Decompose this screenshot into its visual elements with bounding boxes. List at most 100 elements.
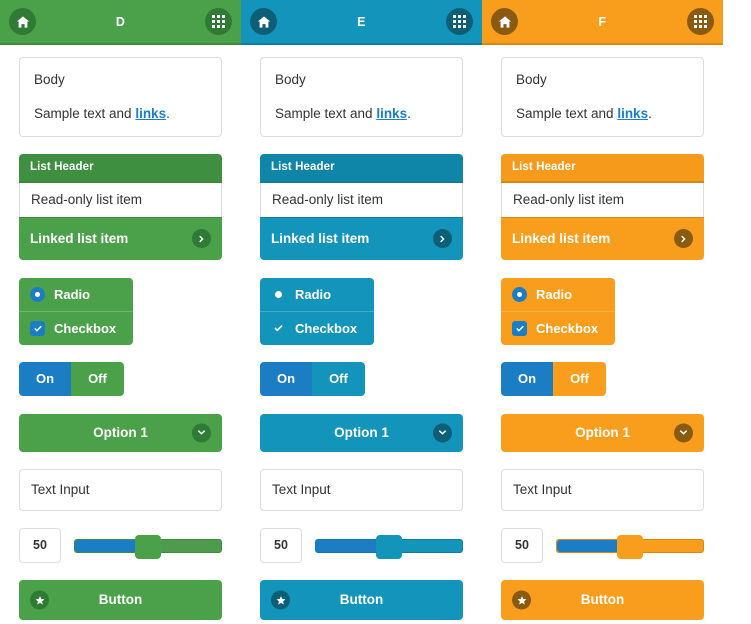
- content-f: Body Sample text and links. List Header …: [482, 45, 723, 621]
- action-button-label-f: Button: [580, 592, 625, 608]
- text-input-e[interactable]: Text Input: [260, 469, 463, 512]
- list-item-readonly-d: Read-only list item: [19, 183, 222, 218]
- list-item-readonly-e: Read-only list item: [260, 183, 463, 218]
- home-icon[interactable]: [250, 8, 277, 35]
- onoff-toggle-f[interactable]: On Off: [501, 362, 606, 397]
- list-item-linked-e[interactable]: Linked list item: [260, 217, 463, 261]
- radio-selected-icon: [512, 287, 527, 303]
- theme-column-d: D Body Sample text and links. List Heade…: [0, 0, 241, 624]
- text-before-link: Sample text and: [275, 105, 377, 121]
- select-f[interactable]: Option 1: [501, 414, 704, 453]
- list-header-e: List Header: [260, 154, 463, 184]
- action-button-e[interactable]: Button: [260, 580, 463, 621]
- list-header-f: List Header: [501, 154, 704, 184]
- body-title-f: Body: [516, 72, 547, 87]
- header-bar-d: D: [0, 0, 241, 45]
- star-icon: [512, 590, 531, 610]
- grid-icon[interactable]: [687, 8, 714, 35]
- checkbox-checked-icon: [271, 321, 286, 336]
- radio-row-e[interactable]: Radio: [260, 278, 374, 311]
- grid-icon[interactable]: [446, 8, 473, 35]
- text-before-link: Sample text and: [34, 105, 136, 121]
- checkbox-row-e[interactable]: Checkbox: [260, 311, 374, 345]
- list-item-linked-label-d: Linked list item: [30, 231, 129, 247]
- select-value-e: Option 1: [334, 425, 389, 441]
- checkbox-label-f: Checkbox: [536, 321, 599, 337]
- text-after-link: .: [648, 105, 652, 121]
- slider-value-f[interactable]: 50: [501, 528, 543, 564]
- toggle-on-f[interactable]: On: [501, 362, 554, 397]
- chevron-right-icon: [674, 229, 693, 249]
- list-e: List Header Read-only list item Linked l…: [260, 154, 463, 261]
- action-button-f[interactable]: Button: [501, 580, 704, 621]
- slider-handle-e[interactable]: [376, 534, 402, 559]
- toggle-on-e[interactable]: On: [260, 362, 313, 397]
- slider-row-e: 50: [260, 528, 463, 564]
- chevron-down-icon: [192, 423, 211, 443]
- toggle-off-d[interactable]: Off: [71, 362, 124, 397]
- onoff-toggle-d[interactable]: On Off: [19, 362, 124, 397]
- slider-row-f: 50: [501, 528, 704, 564]
- body-title-d: Body: [34, 72, 65, 87]
- list-item-linked-label-f: Linked list item: [512, 231, 611, 247]
- theme-column-f: F Body Sample text and links. List Heade…: [482, 0, 723, 624]
- choice-group-f: Radio Checkbox: [501, 278, 615, 346]
- select-value-f: Option 1: [575, 425, 630, 441]
- slider-value-d[interactable]: 50: [19, 528, 61, 564]
- body-sample-text-d: Sample text and links.: [34, 105, 207, 123]
- select-d[interactable]: Option 1: [19, 414, 222, 453]
- sample-link-d[interactable]: links: [135, 106, 166, 121]
- choice-group-e: Radio Checkbox: [260, 278, 374, 346]
- slider-value-e[interactable]: 50: [260, 528, 302, 564]
- radio-label-e: Radio: [295, 287, 332, 303]
- chevron-right-icon: [192, 229, 211, 249]
- select-value-d: Option 1: [93, 425, 148, 441]
- list-item-linked-label-e: Linked list item: [271, 231, 370, 247]
- radio-row-d[interactable]: Radio: [19, 278, 133, 311]
- select-e[interactable]: Option 1: [260, 414, 463, 453]
- star-icon: [30, 590, 49, 610]
- header-title-f: F: [598, 14, 607, 29]
- sample-link-f[interactable]: links: [617, 106, 648, 121]
- list-item-linked-f[interactable]: Linked list item: [501, 217, 704, 261]
- radio-label-d: Radio: [54, 287, 91, 303]
- slider-track-f[interactable]: [556, 534, 704, 559]
- checkbox-label-e: Checkbox: [295, 321, 358, 337]
- chevron-down-icon: [674, 423, 693, 443]
- checkbox-checked-icon: [512, 321, 527, 337]
- body-title-e: Body: [275, 72, 306, 87]
- toggle-off-f[interactable]: Off: [553, 362, 606, 397]
- theme-swatch-page: D Body Sample text and links. List Heade…: [0, 0, 751, 624]
- body-sample-text-f: Sample text and links.: [516, 105, 689, 123]
- text-after-link: .: [407, 105, 411, 121]
- home-icon[interactable]: [9, 8, 36, 35]
- checkbox-row-d[interactable]: Checkbox: [19, 311, 133, 345]
- slider-handle-d[interactable]: [135, 534, 161, 559]
- slider-track-e[interactable]: [315, 534, 463, 559]
- checkbox-row-f[interactable]: Checkbox: [501, 311, 615, 345]
- header-bar-e: E: [241, 0, 482, 45]
- checkbox-checked-icon: [30, 321, 45, 337]
- list-header-d: List Header: [19, 154, 222, 184]
- choice-group-d: Radio Checkbox: [19, 278, 133, 346]
- text-input-f[interactable]: Text Input: [501, 469, 704, 512]
- slider-track-d[interactable]: [74, 534, 222, 559]
- sample-link-e[interactable]: links: [376, 106, 407, 121]
- grid-icon[interactable]: [205, 8, 232, 35]
- list-f: List Header Read-only list item Linked l…: [501, 154, 704, 261]
- onoff-toggle-e[interactable]: On Off: [260, 362, 365, 397]
- text-input-d[interactable]: Text Input: [19, 469, 222, 512]
- action-button-label-d: Button: [98, 592, 143, 608]
- slider-handle-f[interactable]: [617, 534, 643, 559]
- toggle-on-d[interactable]: On: [19, 362, 72, 397]
- theme-column-e: E Body Sample text and links. List Heade…: [241, 0, 482, 624]
- text-after-link: .: [166, 105, 170, 121]
- list-item-linked-d[interactable]: Linked list item: [19, 217, 222, 261]
- action-button-label-e: Button: [339, 592, 384, 608]
- toggle-off-e[interactable]: Off: [312, 362, 365, 397]
- radio-row-f[interactable]: Radio: [501, 278, 615, 311]
- action-button-d[interactable]: Button: [19, 580, 222, 621]
- star-icon: [271, 590, 290, 610]
- list-d: List Header Read-only list item Linked l…: [19, 154, 222, 261]
- home-icon[interactable]: [491, 8, 518, 35]
